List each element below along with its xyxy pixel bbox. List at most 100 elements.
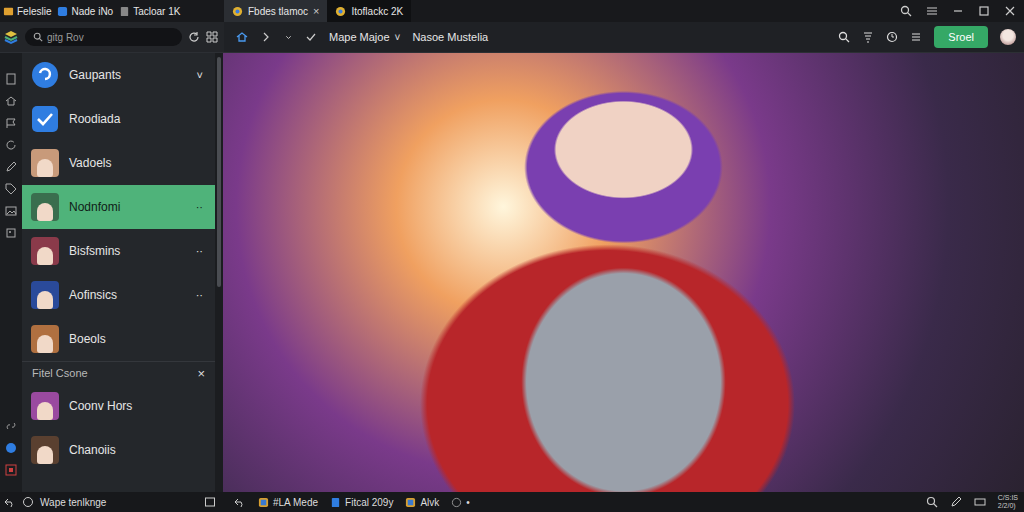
search-placeholder: gitg Rov — [47, 32, 84, 43]
taskbar-item[interactable]: #LA Mede — [258, 497, 318, 508]
toolbar-menu[interactable]: Nasoe Mustelia — [412, 31, 488, 43]
sidebar-item[interactable]: Aofinsics ·· — [22, 273, 215, 317]
app-icon — [405, 497, 416, 508]
clock: C/S:IS2/2/0) — [998, 494, 1018, 510]
app-logo-icon — [31, 61, 59, 89]
avatar-icon — [31, 392, 59, 420]
undo-icon[interactable] — [234, 496, 246, 508]
check-icon[interactable] — [305, 31, 317, 43]
home-icon[interactable] — [5, 95, 17, 107]
item-label: Aofinsics — [69, 288, 186, 302]
undo-icon[interactable] — [4, 496, 16, 508]
tab-label: Feleslie — [17, 6, 51, 17]
task-label: #LA Mede — [273, 497, 318, 508]
sidebar-item[interactable]: Vadoels — [22, 141, 215, 185]
app-window: Feleslie Nade iNo Tacloar 1K Fbdes tlamoc× I… — [0, 0, 1024, 512]
taskbar-item[interactable]: • — [451, 497, 470, 508]
status-text: Wape tenlknge — [40, 497, 106, 508]
document-tab[interactable]: Fbdes tlamoc× — [224, 0, 327, 22]
item-trail[interactable]: ˅ — [197, 69, 203, 81]
taskbar-item[interactable]: Fitcal 209y — [330, 497, 393, 508]
document-tabs: Fbdes tlamoc× Itoflackc 2K — [224, 0, 411, 22]
link-icon[interactable] — [5, 420, 17, 432]
search-icon — [33, 32, 43, 42]
tab-label: Tacloar 1K — [133, 6, 180, 17]
app-tab[interactable]: Nade iNo — [57, 6, 113, 17]
timer-icon[interactable] — [886, 31, 898, 43]
gallery-icon[interactable] — [5, 227, 17, 239]
panel-icon[interactable] — [204, 496, 216, 508]
search-icon[interactable] — [926, 496, 938, 508]
edit-icon[interactable] — [950, 496, 962, 508]
item-trail[interactable]: ·· — [196, 245, 203, 257]
primary-button[interactable]: Sroel — [934, 26, 988, 48]
task-label: Alvk — [420, 497, 439, 508]
more-icon[interactable] — [910, 31, 922, 43]
section-close[interactable]: × — [197, 366, 205, 381]
tab-close[interactable]: × — [313, 5, 319, 17]
clock-text: C/S:IS — [998, 494, 1018, 502]
maximize-icon[interactable] — [978, 5, 990, 17]
sidebar-item[interactable]: Nodnfomi·· — [22, 185, 215, 229]
close-icon[interactable] — [1004, 5, 1016, 17]
search-icon[interactable] — [900, 5, 912, 17]
document-tab[interactable]: Itoflackc 2K — [327, 0, 411, 22]
menu-caret: ˅ — [395, 32, 401, 43]
item-label: Bisfsmins — [69, 244, 186, 258]
chrome-icon — [335, 6, 346, 17]
icon-rail — [0, 53, 22, 492]
item-trail[interactable]: ·· — [196, 289, 203, 301]
item-label: Chanoiis — [69, 443, 203, 457]
item-label: Coonv Hors — [69, 399, 203, 413]
forward-icon[interactable] — [260, 31, 272, 43]
minimize-icon[interactable] — [952, 5, 964, 17]
tab-label: Itoflackc 2K — [351, 6, 403, 17]
page-icon[interactable] — [5, 73, 17, 85]
status-icon[interactable] — [5, 442, 17, 454]
scrollbar[interactable] — [215, 53, 223, 492]
avatar-icon — [31, 436, 59, 464]
main-area: Gaupants˅RoodiadaVadoelsNodnfomi··Bisfsm… — [0, 53, 1024, 492]
taskbar-item[interactable]: Alvk — [405, 497, 439, 508]
flag-icon[interactable] — [5, 117, 17, 129]
sidebar-item[interactable]: Roodiada — [22, 97, 215, 141]
clock-text: 2/2/0) — [998, 502, 1018, 510]
sidebar-item[interactable]: Chanoiis — [22, 428, 215, 472]
sidebar-item[interactable]: Bisfsmins ·· — [22, 229, 215, 273]
grid-icon[interactable] — [206, 31, 218, 43]
menu-label: Mape Majoe — [329, 31, 390, 43]
item-label: Gaupants — [69, 68, 187, 82]
section-label: Fitel Csone — [32, 367, 88, 379]
avatar-icon — [31, 149, 59, 177]
app-tab[interactable]: Tacloar 1K — [119, 6, 180, 17]
menu-icon[interactable] — [926, 5, 938, 17]
layers-logo-icon[interactable] — [3, 29, 19, 45]
app-tab[interactable]: Feleslie — [3, 6, 51, 17]
user-avatar-icon[interactable] — [1000, 29, 1016, 45]
clock-icon — [451, 497, 462, 508]
pencil-icon[interactable] — [5, 161, 17, 173]
home-icon[interactable] — [236, 31, 248, 43]
avatar-icon — [31, 325, 59, 353]
search-field[interactable]: gitg Rov — [25, 28, 182, 46]
folder-icon — [3, 6, 14, 17]
app-tabs: Feleslie Nade iNo Tacloar 1K — [0, 6, 224, 17]
item-trail[interactable]: ·· — [196, 201, 203, 213]
refresh-icon[interactable] — [5, 139, 17, 151]
circle-icon — [22, 496, 34, 508]
document-icon — [119, 6, 130, 17]
tag-icon[interactable] — [5, 183, 17, 195]
toolbar: gitg Rov Mape Majoe ˅ Nasoe Mustelia Sroel — [0, 22, 1024, 53]
sidebar-item[interactable]: Gaupants ˅ — [22, 53, 215, 97]
toolbar-menu[interactable]: Mape Majoe ˅ — [329, 31, 400, 43]
search-icon[interactable] — [838, 31, 850, 43]
refresh-icon[interactable] — [188, 31, 200, 43]
alert-icon[interactable] — [5, 464, 17, 476]
sidebar-item[interactable]: Coonv Hors — [22, 384, 215, 428]
chevron-down-icon[interactable] — [284, 31, 293, 43]
filter-icon[interactable] — [862, 31, 874, 43]
network-icon[interactable] — [974, 496, 986, 508]
task-label: • — [466, 497, 470, 508]
image-icon[interactable] — [5, 205, 17, 217]
sidebar-item[interactable]: Boeols — [22, 317, 215, 361]
